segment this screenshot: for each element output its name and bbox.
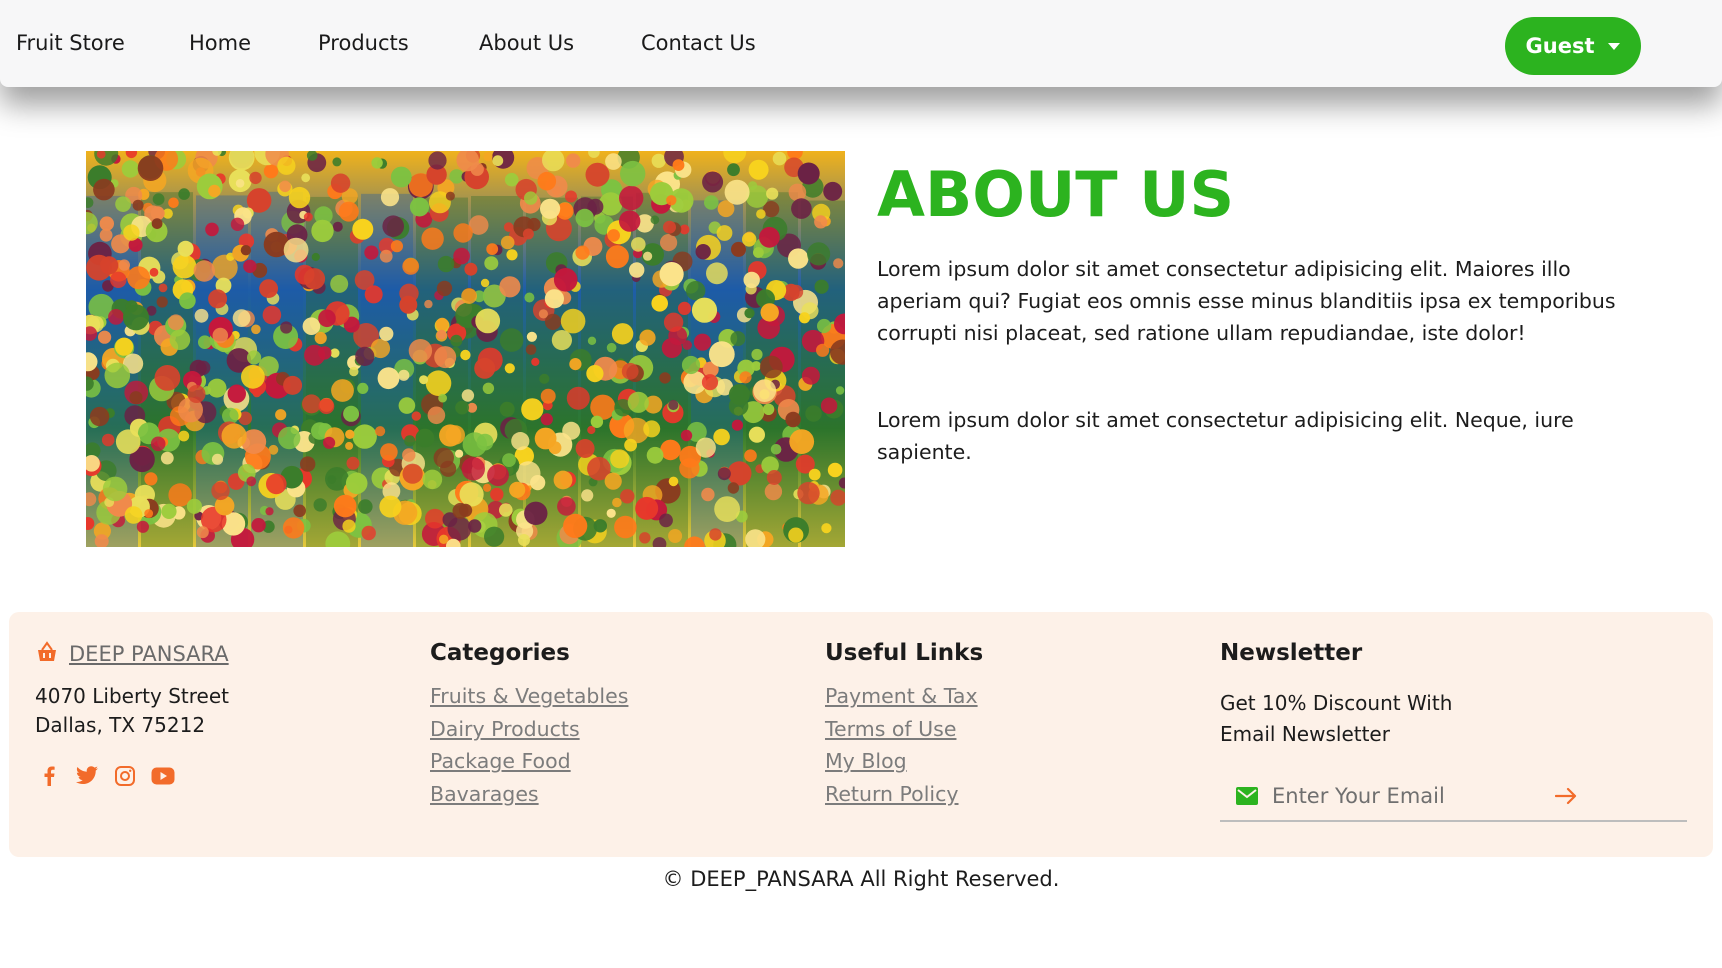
useful-link[interactable]: Terms of Use bbox=[825, 713, 978, 746]
category-link[interactable]: Dairy Products bbox=[430, 713, 628, 746]
footer-brand: DEEP PANSARA bbox=[35, 640, 229, 668]
category-link[interactable]: Bavarages bbox=[430, 778, 628, 811]
newsletter-form bbox=[1220, 772, 1687, 822]
newsletter-description: Get 10% Discount With Email Newsletter bbox=[1220, 688, 1500, 750]
guest-user-dropdown[interactable]: Guest bbox=[1505, 17, 1641, 75]
newsletter-line-2: Email Newsletter bbox=[1220, 722, 1390, 746]
nav-products[interactable]: Products bbox=[318, 31, 409, 55]
category-link[interactable]: Fruits & Vegetables bbox=[430, 680, 628, 713]
about-paragraph-2: Lorem ipsum dolor sit amet consectetur a… bbox=[877, 408, 1574, 464]
about-paragraph-1: Lorem ipsum dolor sit amet consectetur a… bbox=[877, 257, 1616, 345]
fruit-market-image bbox=[86, 151, 845, 547]
facebook-icon[interactable] bbox=[37, 764, 61, 788]
newsletter-email-input[interactable] bbox=[1272, 784, 1552, 808]
useful-links-list: Payment & Tax Terms of Use My Blog Retur… bbox=[825, 680, 978, 810]
about-title: ABOUT US bbox=[877, 158, 1235, 231]
navbar: Fruit Store Home Products About Us Conta… bbox=[0, 0, 1722, 87]
useful-links-title: Useful Links bbox=[825, 640, 984, 666]
guest-label: Guest bbox=[1525, 34, 1595, 58]
address-city: Dallas, TX 75212 bbox=[35, 713, 206, 737]
instagram-icon[interactable] bbox=[113, 764, 137, 788]
newsletter-title: Newsletter bbox=[1220, 640, 1363, 666]
category-link[interactable]: Package Food bbox=[430, 745, 628, 778]
caret-down-icon bbox=[1608, 42, 1621, 50]
nav-home[interactable]: Home bbox=[189, 31, 251, 55]
categories-title: Categories bbox=[430, 640, 570, 666]
useful-link[interactable]: Return Policy bbox=[825, 778, 978, 811]
arrow-right-icon[interactable] bbox=[1555, 787, 1577, 805]
nav-contact-us[interactable]: Contact Us bbox=[641, 31, 756, 55]
footer: DEEP PANSARA 4070 Liberty Street Dallas,… bbox=[9, 612, 1713, 857]
nav-about-us[interactable]: About Us bbox=[479, 31, 574, 55]
useful-link[interactable]: Payment & Tax bbox=[825, 680, 978, 713]
footer-brand-link[interactable]: DEEP PANSARA bbox=[69, 642, 229, 666]
youtube-icon[interactable] bbox=[151, 764, 175, 788]
social-links bbox=[37, 764, 175, 788]
newsletter-line-1: Get 10% Discount With bbox=[1220, 691, 1453, 715]
copyright: © DEEP_PANSARA All Right Reserved. bbox=[662, 867, 1060, 891]
fruit-market-illustration bbox=[86, 151, 845, 547]
twitter-icon[interactable] bbox=[75, 764, 99, 788]
categories-list: Fruits & Vegetables Dairy Products Packa… bbox=[430, 680, 628, 810]
useful-link[interactable]: My Blog bbox=[825, 745, 978, 778]
basket-icon bbox=[35, 640, 59, 668]
mail-icon bbox=[1236, 787, 1258, 805]
brand-link[interactable]: Fruit Store bbox=[16, 31, 125, 55]
address-street: 4070 Liberty Street bbox=[35, 684, 229, 708]
